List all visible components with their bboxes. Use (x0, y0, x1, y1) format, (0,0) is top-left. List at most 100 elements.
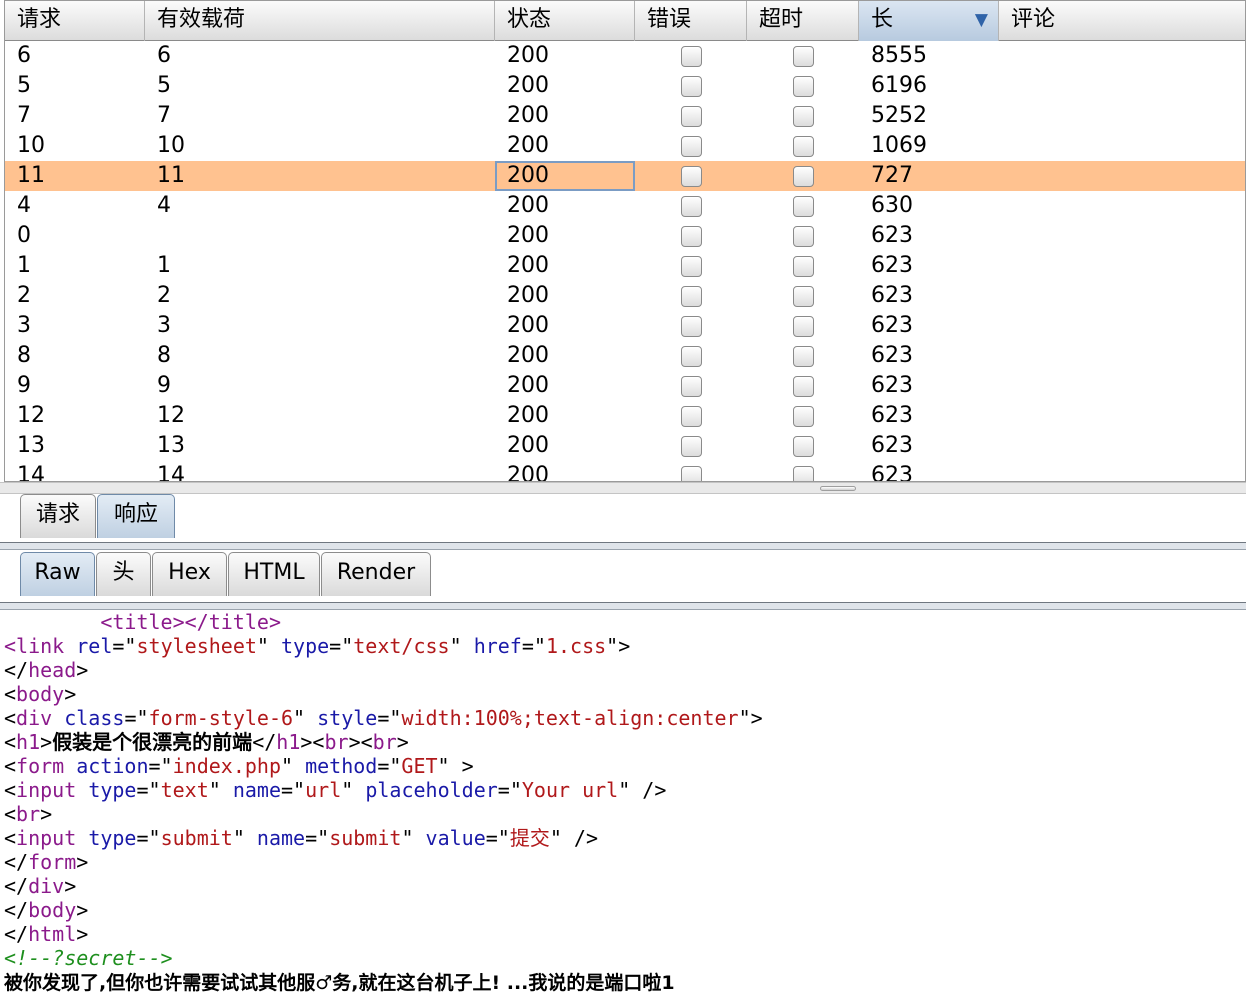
column-error-header[interactable]: 错误 (635, 1, 747, 41)
timeout-checkbox[interactable] (792, 225, 814, 247)
timeout-checkbox[interactable] (792, 345, 814, 367)
code-token: > (40, 730, 53, 754)
column-timeout-header[interactable]: 超时 (747, 1, 859, 41)
code-token: < (4, 754, 17, 778)
timeout-checkbox[interactable] (792, 135, 814, 157)
code-token: < (4, 778, 17, 802)
table-row[interactable]: 7 7 200 5252 (5, 101, 1245, 131)
payload-cell (145, 221, 495, 251)
error-checkbox[interactable] (680, 435, 702, 457)
table-row[interactable]: 5 5 200 6196 (5, 71, 1245, 101)
error-checkbox[interactable] (680, 165, 702, 187)
error-checkbox[interactable] (680, 225, 702, 247)
column-status-header[interactable]: 状态 (495, 1, 635, 41)
timeout-checkbox[interactable] (792, 315, 814, 337)
column-request-header[interactable]: 请求 (5, 1, 145, 41)
comment-cell (999, 251, 1245, 281)
code-token: " (256, 634, 281, 658)
timeout-checkbox[interactable] (792, 75, 814, 97)
timeout-checkbox[interactable] (792, 465, 814, 481)
code-token: " (449, 634, 474, 658)
length-cell: 623 (871, 463, 913, 482)
tab-hex[interactable]: Hex (152, 552, 227, 596)
timeout-cell (747, 431, 859, 461)
error-checkbox[interactable] (680, 285, 702, 307)
tab-request[interactable]: 请求 (20, 494, 96, 538)
error-checkbox[interactable] (680, 45, 702, 67)
request-cell: 12 (17, 403, 45, 428)
table-row[interactable]: 14 14 200 623 (5, 461, 1245, 482)
column-header-label: 有效载荷 (157, 7, 246, 32)
error-checkbox[interactable] (680, 405, 702, 427)
timeout-checkbox[interactable] (792, 165, 814, 187)
tab-response[interactable]: 响应 (97, 494, 175, 538)
tab-html[interactable]: HTML (228, 552, 320, 596)
timeout-checkbox[interactable] (792, 435, 814, 457)
sort-descending-icon: ▼ (974, 10, 988, 30)
tab-headers[interactable]: 头 (96, 552, 151, 596)
error-checkbox[interactable] (680, 465, 702, 481)
error-checkbox[interactable] (680, 195, 702, 217)
timeout-checkbox[interactable] (792, 285, 814, 307)
table-row[interactable]: 11 11 200 727 (5, 161, 1245, 191)
timeout-cell (747, 221, 859, 251)
table-row[interactable]: 0 200 623 (5, 221, 1245, 251)
error-checkbox[interactable] (680, 345, 702, 367)
code-token: class (64, 706, 125, 730)
pane-splitter[interactable] (0, 482, 1246, 494)
table-row[interactable]: 1 1 200 623 (5, 251, 1245, 281)
error-checkbox[interactable] (680, 375, 702, 397)
table-row[interactable]: 6 6 200 8555 (5, 41, 1245, 71)
comment-cell (999, 371, 1245, 401)
table-row[interactable]: 3 3 200 623 (5, 311, 1245, 341)
table-body: 6 6 200 8555 5 5 200 6196 7 7 200 5252 10 10 200 1069 11… (5, 41, 1245, 482)
table-row[interactable]: 2 2 200 623 (5, 281, 1245, 311)
column-length-header[interactable]: 长 ▼ (859, 1, 999, 41)
code-token: =" (521, 634, 546, 658)
error-checkbox[interactable] (680, 315, 702, 337)
code-line: <title></title> (4, 610, 1246, 634)
timeout-checkbox[interactable] (792, 375, 814, 397)
timeout-checkbox[interactable] (792, 255, 814, 277)
splitter-grip-icon[interactable] (820, 486, 856, 491)
tab-raw[interactable]: Raw (20, 552, 95, 596)
timeout-checkbox[interactable] (792, 195, 814, 217)
code-token: =" (136, 778, 161, 802)
error-checkbox[interactable] (680, 255, 702, 277)
error-checkbox[interactable] (680, 135, 702, 157)
request-cell: 0 (17, 223, 31, 248)
table-row[interactable]: 13 13 200 623 (5, 431, 1245, 461)
timeout-checkbox[interactable] (792, 405, 814, 427)
payload-cell: 6 (157, 43, 171, 68)
table-row[interactable]: 10 10 200 1069 (5, 131, 1245, 161)
length-cell: 623 (871, 313, 913, 338)
results-table[interactable]: 请求 有效载荷 状态 错误 超时长 ▼ 评论 6 6 200 8555 5 5 200 6196 7 7 200… (4, 0, 1246, 482)
length-cell: 623 (871, 343, 913, 368)
code-token: Your url (521, 778, 619, 802)
length-cell: 623 (871, 403, 913, 428)
code-token: name (256, 826, 306, 850)
code-token: type (281, 634, 330, 658)
request-cell: 9 (17, 373, 31, 398)
code-token: </ (4, 922, 29, 946)
timeout-checkbox[interactable] (792, 105, 814, 127)
table-row[interactable]: 4 4 200 630 (5, 191, 1245, 221)
response-raw-view[interactable]: <title></title> <link rel="stylesheet" ty… (0, 610, 1246, 1004)
comment-cell (999, 41, 1245, 71)
code-token: < (4, 706, 17, 730)
table-row[interactable]: 9 9 200 623 (5, 371, 1245, 401)
column-payload-header[interactable]: 有效载荷 (145, 1, 495, 41)
comment-cell (999, 281, 1245, 311)
timeout-cell (747, 311, 859, 341)
table-row[interactable]: 12 12 200 623 (5, 401, 1245, 431)
error-checkbox[interactable] (680, 75, 702, 97)
timeout-checkbox[interactable] (792, 45, 814, 67)
code-token: < (4, 634, 17, 658)
table-row[interactable]: 8 8 200 623 (5, 341, 1245, 371)
comment-cell (999, 431, 1245, 461)
error-checkbox[interactable] (680, 105, 702, 127)
tab-render[interactable]: Render (321, 552, 431, 596)
column-comment-header[interactable]: 评论 (999, 1, 1245, 41)
